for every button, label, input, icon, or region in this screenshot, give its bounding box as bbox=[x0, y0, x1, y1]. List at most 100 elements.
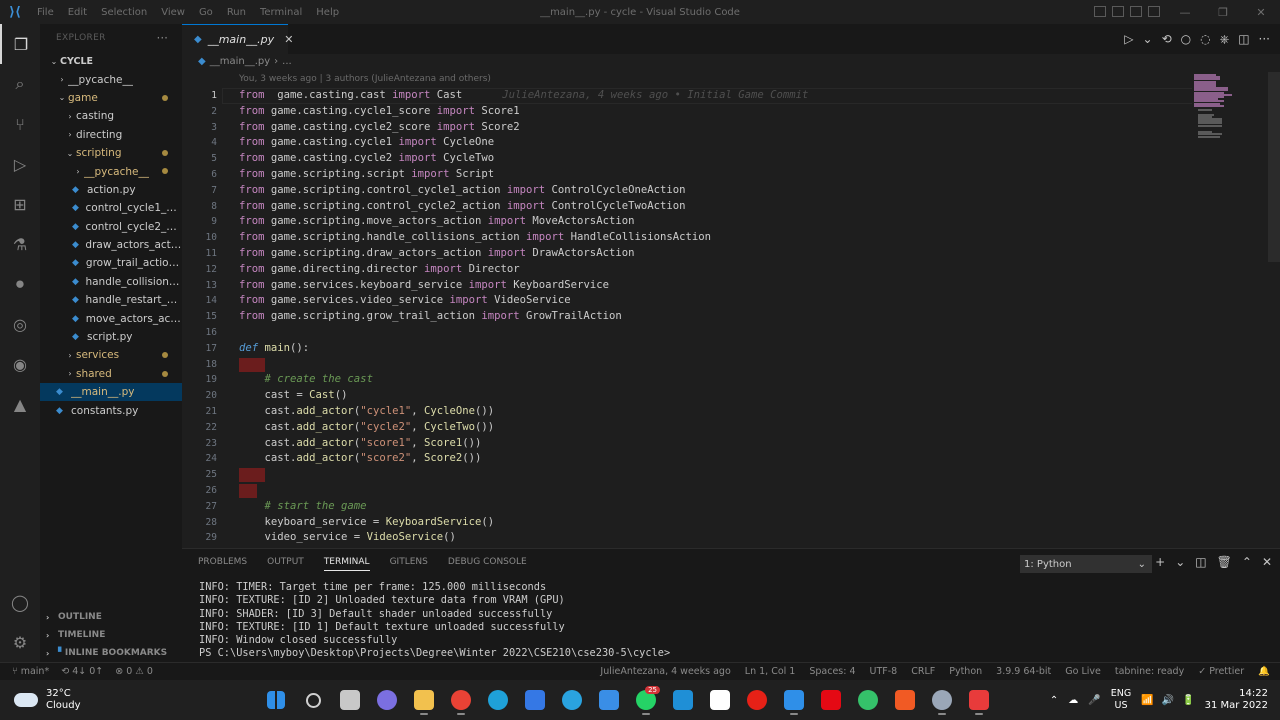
panel-tab-terminal[interactable]: TERMINAL bbox=[323, 557, 370, 571]
menu-run[interactable]: Run bbox=[220, 7, 253, 18]
panel-tab-debug-console[interactable]: DEBUG CONSOLE bbox=[448, 557, 527, 571]
more-icon[interactable]: ··· bbox=[1259, 32, 1270, 47]
section-outline[interactable]: › OUTLINE bbox=[40, 608, 182, 626]
tab-main-py[interactable]: ◆ __main__.py ✕ bbox=[182, 24, 293, 54]
show-hidden-icons-icon[interactable]: ⌃ bbox=[1050, 695, 1058, 706]
folder-item[interactable]: › __pycache__ bbox=[40, 162, 182, 180]
menu-go[interactable]: Go bbox=[192, 7, 220, 18]
taskbar-whatsapp-icon[interactable]: 25 bbox=[632, 685, 660, 715]
status-item[interactable]: JulieAntezana, 4 weeks ago bbox=[600, 666, 730, 677]
toggle-blame-icon[interactable]: ⎈ bbox=[1220, 32, 1230, 47]
gear-icon[interactable]: ⚙ bbox=[0, 622, 40, 662]
toggle-sidebar-icon[interactable] bbox=[1094, 6, 1106, 17]
status-item[interactable]: tabnine: ready bbox=[1115, 666, 1184, 677]
maximize-button[interactable]: ❐ bbox=[1204, 0, 1242, 24]
folder-item[interactable]: › shared bbox=[40, 365, 182, 383]
clock[interactable]: 14:22 31 Mar 2022 bbox=[1205, 688, 1268, 712]
file-item[interactable]: ◆ control_cycle2_acti... bbox=[40, 218, 182, 236]
folder-item[interactable]: ⌄ scripting bbox=[40, 144, 182, 162]
taskbar-file-explorer-icon[interactable] bbox=[410, 685, 438, 715]
breadcrumb-symbol[interactable]: ... bbox=[282, 56, 292, 72]
file-item[interactable]: ◆ control_cycle1_acti... bbox=[40, 199, 182, 217]
status-item[interactable]: Spaces: 4 bbox=[809, 666, 855, 677]
file-item[interactable]: ◆ grow_trail_action.py bbox=[40, 254, 182, 272]
status-item[interactable]: Ln 1, Col 1 bbox=[745, 666, 796, 677]
editor-scrollbar[interactable] bbox=[1268, 72, 1280, 262]
file-item[interactable]: ◆ action.py bbox=[40, 181, 182, 199]
quick-settings-icons[interactable]: 📶 🔊 🔋 bbox=[1141, 695, 1194, 706]
close-window-button[interactable]: ✕ bbox=[1242, 0, 1280, 24]
open-changes-icon[interactable]: ⟲ bbox=[1162, 32, 1172, 47]
sync-status[interactable]: ⟲ 4↓ 0↑ bbox=[61, 666, 103, 677]
minimize-button[interactable]: — bbox=[1166, 0, 1204, 24]
microphone-icon[interactable]: 🎤 bbox=[1088, 695, 1100, 706]
taskbar-store-icon[interactable] bbox=[521, 685, 549, 715]
split-editor-icon[interactable]: ◫ bbox=[1238, 32, 1249, 47]
taskbar-search-icon[interactable] bbox=[299, 685, 327, 715]
maximize-panel-icon[interactable]: ⌃ bbox=[1242, 555, 1252, 569]
taskbar-vscode-icon[interactable] bbox=[780, 685, 808, 715]
taskbar-mail-icon[interactable] bbox=[595, 685, 623, 715]
onedrive-icon[interactable]: ☁ bbox=[1068, 695, 1078, 706]
taskbar-brave-vpn-icon[interactable] bbox=[854, 685, 882, 715]
menu-view[interactable]: View bbox=[154, 7, 192, 18]
minimap[interactable] bbox=[1192, 72, 1272, 542]
code-editor[interactable]: 1 from game.casting.cast import Cast Julie… bbox=[182, 88, 1192, 546]
taskbar-settings-icon[interactable] bbox=[928, 685, 956, 715]
taskbar-lumi-icon[interactable] bbox=[669, 685, 697, 715]
taskbar-task-view-icon[interactable] bbox=[336, 685, 364, 715]
file-item[interactable]: ◆ __main__.py bbox=[40, 383, 182, 402]
next-change-icon[interactable]: ◌ bbox=[1200, 32, 1210, 47]
status-item[interactable]: Python bbox=[949, 666, 982, 677]
split-terminal-icon[interactable]: ◫ bbox=[1195, 555, 1206, 569]
python-icon[interactable]: ⚫ bbox=[0, 264, 40, 304]
new-terminal-icon[interactable]: + bbox=[1155, 555, 1165, 569]
file-item[interactable]: ◆ move_actors_actio... bbox=[40, 309, 182, 327]
menu-terminal[interactable]: Terminal bbox=[253, 7, 309, 18]
file-item[interactable]: ◆ script.py bbox=[40, 328, 182, 346]
terminal-select[interactable]: 1: Python ⌄ bbox=[1020, 555, 1152, 573]
search-icon[interactable]: ⌕ bbox=[0, 64, 40, 104]
extensions-icon[interactable]: ⊞ bbox=[0, 184, 40, 224]
folder-item[interactable]: › __pycache__ bbox=[40, 70, 182, 88]
status-item[interactable]: UTF-8 bbox=[870, 666, 898, 677]
status-item[interactable]: CRLF bbox=[911, 666, 935, 677]
menu-selection[interactable]: Selection bbox=[94, 7, 154, 18]
terminal-dropdown-icon[interactable]: ⌄ bbox=[1175, 555, 1185, 569]
taskbar-chrome-icon[interactable] bbox=[447, 685, 475, 715]
more-actions-icon[interactable]: ··· bbox=[157, 31, 168, 45]
taskbar-brave-icon[interactable] bbox=[891, 685, 919, 715]
folder-item[interactable]: › casting bbox=[40, 107, 182, 125]
status-item[interactable]: 🔔 bbox=[1258, 666, 1270, 677]
testing-icon[interactable]: ⚗ bbox=[0, 224, 40, 264]
folder-item[interactable]: › services bbox=[40, 346, 182, 364]
taskbar-recorder-icon[interactable] bbox=[965, 685, 993, 715]
files-icon[interactable]: ❐ bbox=[0, 24, 40, 64]
taskbar-start-icon[interactable] bbox=[262, 685, 290, 715]
panel-tab-gitlens[interactable]: GITLENS bbox=[390, 557, 428, 571]
gitlens-icon[interactable]: ◎ bbox=[0, 304, 40, 344]
azure-icon[interactable]: ▲ bbox=[0, 384, 40, 424]
customize-layout-icon[interactable] bbox=[1148, 6, 1160, 17]
section-inline-bookmarks[interactable]: › ▘ INLINE BOOKMARKS bbox=[40, 644, 182, 662]
file-item[interactable]: ◆ constants.py bbox=[40, 401, 182, 419]
folder-item[interactable]: › directing bbox=[40, 126, 182, 144]
file-item[interactable]: ◆ draw_actors_action... bbox=[40, 236, 182, 254]
problems-status[interactable]: ⊗ 0 ⚠ 0 bbox=[115, 666, 153, 677]
close-tab-icon[interactable]: ✕ bbox=[284, 33, 293, 46]
account-icon[interactable]: ◯ bbox=[0, 582, 40, 622]
toggle-secondary-sidebar-icon[interactable] bbox=[1130, 6, 1142, 17]
weather-widget[interactable]: 32°C Cloudy bbox=[14, 688, 80, 712]
run-dropdown-icon[interactable]: ⌄ bbox=[1143, 32, 1153, 47]
run-debug-icon[interactable]: ▷ bbox=[0, 144, 40, 184]
source-control-icon[interactable]: ⑂ bbox=[0, 104, 40, 144]
taskbar-youtube-icon[interactable] bbox=[743, 685, 771, 715]
menu-file[interactable]: File bbox=[30, 7, 61, 18]
breadcrumb-file[interactable]: __main__.py bbox=[210, 56, 270, 72]
inline-blame[interactable]: JulieAntezana, 4 weeks ago • Initial Gam… bbox=[502, 89, 808, 101]
trash-icon[interactable]: 🗑 bbox=[1217, 555, 1232, 569]
status-item[interactable]: Go Live bbox=[1065, 666, 1101, 677]
terminal-output[interactable]: INFO: TIMER: Target time per frame: 125.… bbox=[199, 581, 670, 661]
toggle-panel-icon[interactable] bbox=[1112, 6, 1124, 17]
section-timeline[interactable]: › TIMELINE bbox=[40, 626, 182, 644]
